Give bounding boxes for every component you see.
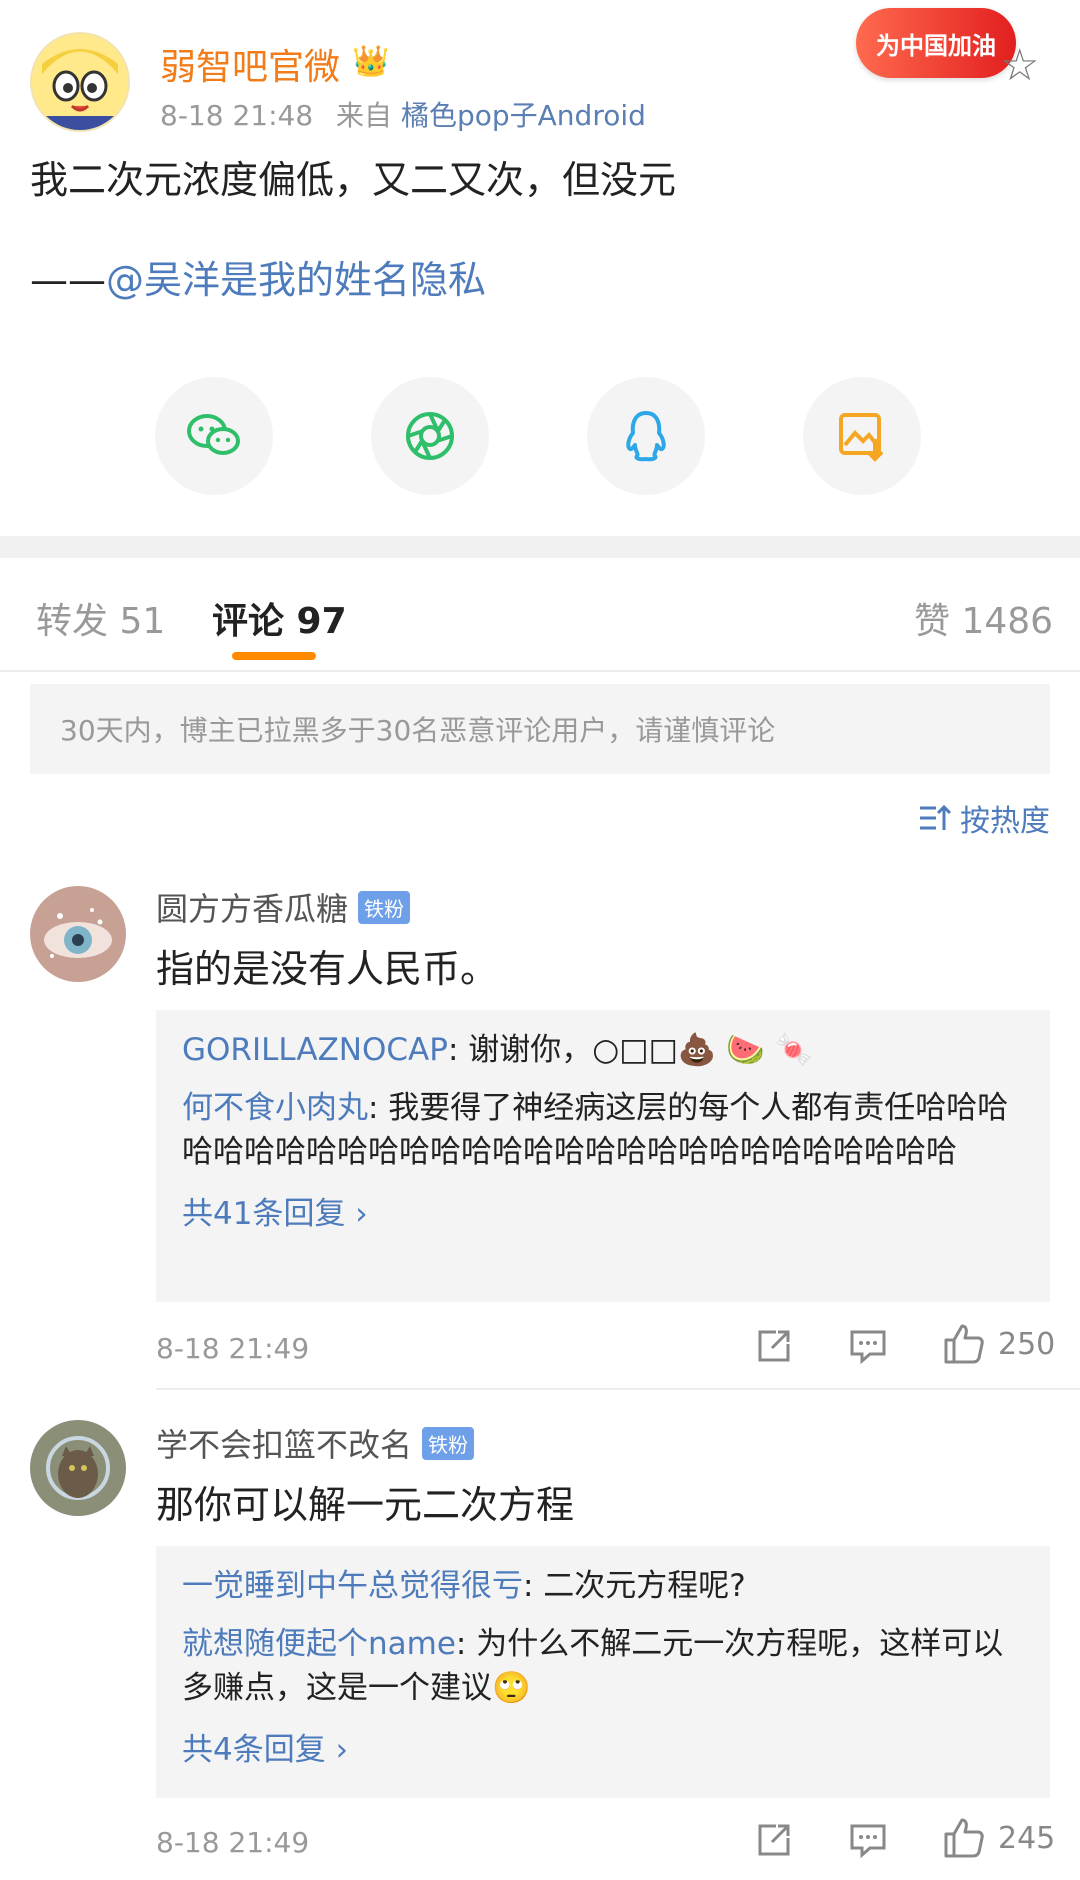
comment-user[interactable]: 学不会扣篮不改名 铁粉 — [156, 1420, 475, 1466]
like-count: 250 — [998, 1326, 1056, 1362]
crown-icon: 👑 — [352, 44, 390, 79]
comment-avatar[interactable] — [30, 886, 126, 982]
comment-username[interactable]: 学不会扣篮不改名 — [156, 1420, 412, 1466]
reply-user[interactable]: 一觉睡到中午总觉得很亏 — [182, 1568, 523, 1604]
more-replies-link[interactable]: 共4条回复 › — [182, 1724, 1024, 1769]
post-dash: —— — [30, 258, 106, 302]
comment-separator — [156, 1388, 1080, 1390]
reply-box[interactable]: 一觉睡到中午总觉得很亏: 二次元方程呢? 就想随便起个name: 为什么不解二元… — [156, 1546, 1050, 1798]
tab-separator — [0, 670, 1080, 672]
repost-icon[interactable] — [754, 1820, 794, 1864]
save-image-button[interactable] — [803, 377, 921, 495]
reply-text: : 谢谢你，○□□💩 🍉 🍬 — [447, 1032, 814, 1068]
tab-likes[interactable]: 赞 1486 — [914, 592, 1053, 644]
comment-icon[interactable] — [848, 1326, 888, 1370]
repost-icon[interactable] — [754, 1326, 794, 1370]
reply-box[interactable]: GORILLAZNOCAP: 谢谢你，○□□💩 🍉 🍬 何不食小肉丸: 我要得了… — [156, 1010, 1050, 1302]
fan-badge: 铁粉 — [358, 890, 411, 924]
comment-time: 8-18 21:49 — [156, 1826, 310, 1859]
moments-icon — [406, 412, 454, 460]
reply-item[interactable]: GORILLAZNOCAP: 谢谢你，○□□💩 🍉 🍬 — [182, 1028, 1024, 1072]
share-qq-button[interactable] — [587, 377, 705, 495]
wechat-icon — [187, 414, 240, 455]
comment-icon[interactable] — [848, 1820, 888, 1864]
share-moments-button[interactable] — [371, 377, 489, 495]
reply-text: : 二次元方程呢? — [523, 1568, 746, 1604]
sort-icon — [920, 804, 952, 830]
more-replies-link[interactable]: 共41条回复 › — [182, 1188, 1024, 1233]
post-content: 我二次元浓度偏低，又二又次，但没元 ——@吴洋是我的姓名隐私 — [30, 150, 676, 310]
source-prefix: 来自 — [336, 99, 393, 132]
active-tab-indicator — [232, 652, 316, 660]
promo-badge[interactable]: 为中国加油 — [856, 8, 1016, 78]
reply-item[interactable]: 就想随便起个name: 为什么不解二元一次方程呢，这样可以多赚点，这是一个建议🙄 — [182, 1622, 1024, 1710]
reply-user[interactable]: GORILLAZNOCAP — [182, 1032, 448, 1068]
comment-notice: 30天内，博主已拉黑多于30名恶意评论用户，请谨慎评论 — [30, 684, 1050, 774]
post-source[interactable]: 橘色pop子Android — [401, 99, 646, 132]
share-wechat-button[interactable] — [155, 377, 273, 495]
sort-label: 按热度 — [960, 804, 1050, 839]
sort-toggle[interactable]: 按热度 — [918, 796, 1050, 840]
like-count: 245 — [998, 1820, 1056, 1856]
like-button[interactable]: 245 — [942, 1816, 1055, 1860]
fan-badge: 铁粉 — [422, 1426, 475, 1460]
thumbs-up-icon — [944, 1818, 984, 1858]
comment-user[interactable]: 圆方方香瓜糖 铁粉 — [156, 884, 411, 930]
reply-item[interactable]: 何不食小肉丸: 我要得了神经病这层的每个人都有责任哈哈哈哈哈哈哈哈哈哈哈哈哈哈哈… — [182, 1086, 1024, 1174]
favorite-star-icon[interactable]: ☆ — [1000, 40, 1039, 91]
post-meta: 8-18 21:48 来自 橘色pop子Android — [160, 94, 646, 134]
tab-repost[interactable]: 转发 51 — [36, 592, 165, 644]
reply-user[interactable]: 就想随便起个name — [182, 1626, 456, 1662]
comment-avatar[interactable] — [30, 1420, 126, 1516]
comment-text: 指的是没有人民币。 — [156, 947, 499, 991]
section-divider — [0, 536, 1080, 558]
post-text-line: 我二次元浓度偏低，又二又次，但没元 — [30, 158, 677, 202]
qq-icon — [626, 411, 666, 462]
author-name[interactable]: 弱智吧官微 — [160, 38, 340, 90]
comment-time: 8-18 21:49 — [156, 1332, 310, 1365]
like-button[interactable]: 250 — [942, 1322, 1055, 1366]
post-time: 8-18 21:48 — [160, 99, 314, 132]
comment-username[interactable]: 圆方方香瓜糖 — [156, 884, 348, 930]
reply-item[interactable]: 一觉睡到中午总觉得很亏: 二次元方程呢? — [182, 1564, 1024, 1608]
author-avatar[interactable] — [30, 32, 130, 132]
tab-comments[interactable]: 评论 97 — [212, 592, 347, 644]
post-mention[interactable]: @吴洋是我的姓名隐私 — [106, 258, 486, 302]
reply-user[interactable]: 何不食小肉丸 — [182, 1090, 368, 1126]
comment-text: 那你可以解一元二次方程 — [156, 1483, 575, 1527]
save-image-icon — [839, 413, 884, 462]
thumbs-up-icon — [944, 1324, 984, 1364]
